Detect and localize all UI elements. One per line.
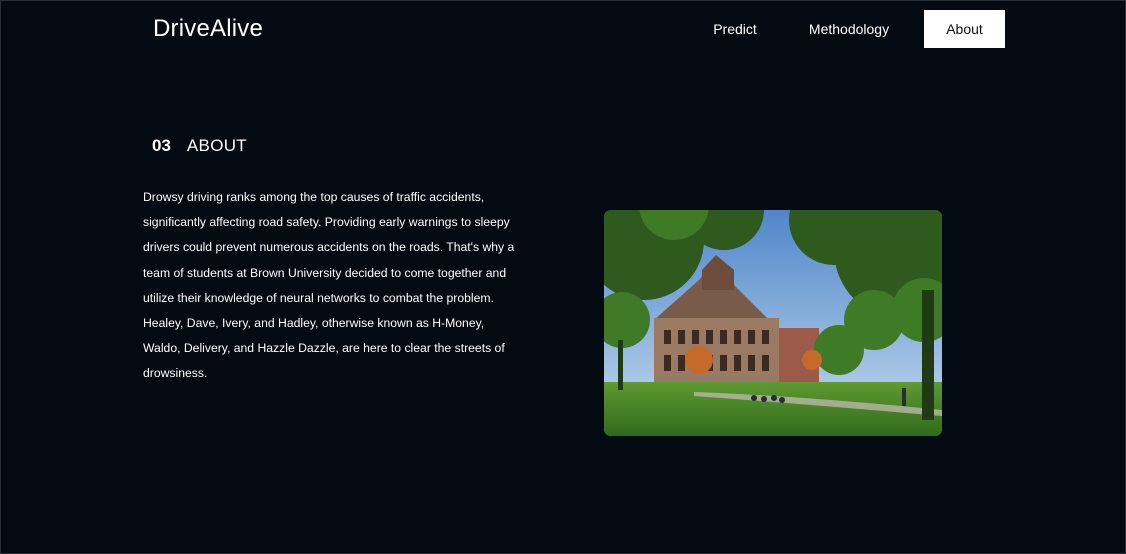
nav-methodology[interactable]: Methodology <box>800 10 898 48</box>
section-heading: 03 ABOUT <box>152 134 247 158</box>
top-navbar: DriveAlive Predict Methodology About <box>0 0 1126 60</box>
about-paragraph: Drowsy driving ranks among the top cause… <box>143 190 515 381</box>
nav-predict[interactable]: Predict <box>700 10 770 48</box>
campus-building-photo <box>604 210 942 436</box>
section-title: ABOUT <box>186 136 247 155</box>
brand-logo[interactable]: DriveAlive <box>153 15 263 43</box>
nav-about[interactable]: About <box>924 10 1005 48</box>
section-number: 03 <box>152 136 171 155</box>
